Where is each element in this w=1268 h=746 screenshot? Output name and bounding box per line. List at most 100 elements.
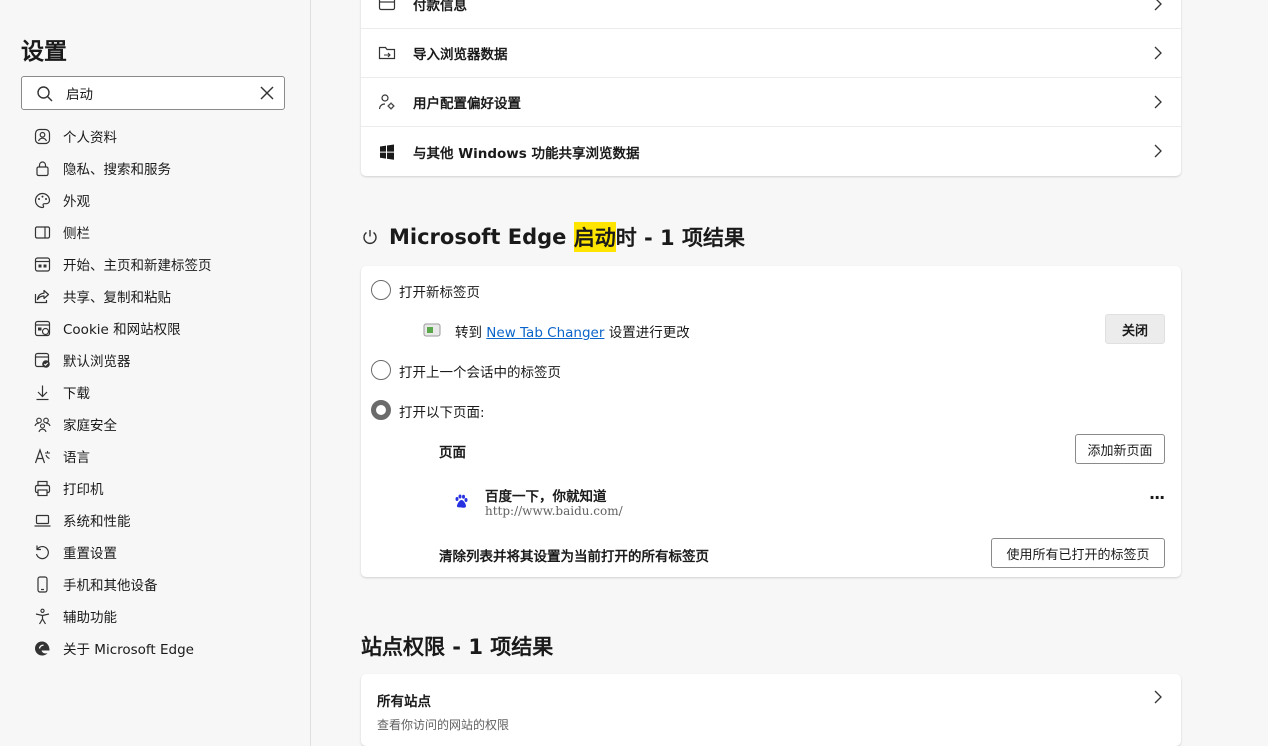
sidebar-item-share[interactable]: 共享、复制和粘贴	[0, 280, 311, 312]
home-tab-icon	[34, 256, 51, 273]
accessibility-icon	[34, 608, 51, 625]
sidebar-item-about[interactable]: 关于 Microsoft Edge	[0, 632, 311, 664]
use-all-open-tabs-button[interactable]: 使用所有已打开的标签页	[991, 538, 1165, 568]
user-preferences-row[interactable]: 用户配置偏好设置	[361, 78, 1181, 127]
sidebar-item-label: 外观	[63, 194, 90, 210]
title-suffix: 时 - 1 项结果	[615, 226, 745, 250]
sidebar-item-label: 隐私、搜索和服务	[63, 162, 171, 178]
startup-section-title: Microsoft Edge 启动时 - 1 项结果	[361, 222, 745, 252]
sidebar-item-label: 家庭安全	[63, 418, 117, 434]
sidebar-item-family[interactable]: 家庭安全	[0, 408, 311, 440]
all-sites-label: 所有站点	[377, 694, 431, 710]
extension-icon	[423, 323, 441, 337]
chevron-right-icon	[1154, 0, 1162, 11]
page-url: http://www.baidu.com/	[485, 504, 623, 518]
sidebar-item-start-home[interactable]: 开始、主页和新建标签页	[0, 248, 311, 280]
sidebar-item-appearance[interactable]: 外观	[0, 184, 311, 216]
profile-icon	[34, 128, 51, 145]
page-title: 百度一下，你就知道	[485, 489, 607, 505]
site-permissions-title: 站点权限 - 1 项结果	[361, 635, 554, 659]
sidebar-icon	[34, 224, 51, 241]
sidebar-item-profile[interactable]: 个人资料	[0, 120, 311, 152]
import-icon	[378, 44, 396, 62]
baidu-favicon	[455, 494, 468, 508]
settings-main: 付款信息 导入浏览器数据 用户配置偏好设置 与其他 Windows 功能共享浏览…	[311, 0, 1268, 746]
radio-open-new-tab[interactable]	[371, 280, 391, 300]
sidebar-item-printer[interactable]: 打印机	[0, 472, 311, 504]
radio-open-specific-pages[interactable]	[371, 400, 391, 420]
option-label: 打开以下页面:	[399, 405, 485, 421]
card-icon	[378, 0, 396, 13]
settings-title: 设置	[21, 39, 67, 65]
clear-search-icon[interactable]	[259, 85, 275, 101]
chevron-right-icon	[1154, 46, 1162, 60]
import-data-row[interactable]: 导入浏览器数据	[361, 29, 1181, 78]
sidebar-item-label: 共享、复制和粘贴	[63, 290, 171, 306]
extension-link[interactable]: New Tab Changer	[486, 325, 604, 341]
search-icon	[37, 86, 53, 102]
add-new-page-button[interactable]: 添加新页面	[1075, 434, 1165, 464]
title-prefix: Microsoft Edge	[389, 225, 574, 249]
close-extension-button[interactable]: 关闭	[1105, 314, 1165, 344]
default-browser-icon	[34, 352, 51, 369]
option-label: 打开新标签页	[399, 285, 480, 301]
all-sites-description: 查看你访问的网站的权限	[377, 718, 510, 732]
clear-list-label: 清除列表并将其设置为当前打开的所有标签页	[439, 549, 709, 565]
settings-sidebar: 设置 个人资料 隐私、搜索和服务 外观 侧栏 开始、主页和新建标签页 共享、复制…	[0, 0, 311, 746]
sidebar-item-label: 个人资料	[63, 130, 117, 146]
sidebar-item-label: 手机和其他设备	[63, 578, 158, 594]
all-sites-card[interactable]: 所有站点 查看你访问的网站的权限	[361, 674, 1181, 746]
reset-icon	[34, 544, 51, 561]
startup-card: 打开新标签页 转到 New Tab Changer 设置进行更改 关闭 打开上一…	[361, 266, 1181, 577]
extension-notice: 转到 New Tab Changer 设置进行更改	[455, 325, 690, 341]
palette-icon	[34, 192, 51, 209]
lock-icon	[34, 160, 51, 177]
radio-open-previous-session[interactable]	[371, 360, 391, 380]
sidebar-item-label: 侧栏	[63, 226, 90, 242]
sidebar-item-privacy[interactable]: 隐私、搜索和服务	[0, 152, 311, 184]
more-options-button[interactable]: ···	[1149, 488, 1165, 507]
sidebar-item-label: 开始、主页和新建标签页	[63, 258, 212, 274]
search-box[interactable]	[21, 76, 285, 110]
sidebar-item-default-browser[interactable]: 默认浏览器	[0, 344, 311, 376]
sidebar-item-label: 下载	[63, 386, 90, 402]
sidebar-item-label: 辅助功能	[63, 610, 117, 626]
sidebar-item-reset[interactable]: 重置设置	[0, 536, 311, 568]
sidebar-item-sidebar[interactable]: 侧栏	[0, 216, 311, 248]
sidebar-item-phone[interactable]: 手机和其他设备	[0, 568, 311, 600]
sidebar-item-system[interactable]: 系统和性能	[0, 504, 311, 536]
printer-icon	[34, 480, 51, 497]
row-label: 付款信息	[413, 0, 467, 14]
share-icon	[34, 288, 51, 305]
laptop-icon	[34, 512, 51, 529]
profile-settings-card: 付款信息 导入浏览器数据 用户配置偏好设置 与其他 Windows 功能共享浏览…	[361, 0, 1181, 176]
sidebar-item-label: 语言	[63, 450, 90, 466]
sidebar-item-label: 默认浏览器	[63, 354, 131, 370]
sidebar-item-language[interactable]: 语言	[0, 440, 311, 472]
sidebar-item-label: 系统和性能	[63, 514, 131, 530]
option-label: 打开上一个会话中的标签页	[399, 365, 561, 381]
windows-share-row[interactable]: 与其他 Windows 功能共享浏览数据	[361, 127, 1181, 176]
edge-logo-icon	[34, 640, 51, 657]
power-icon	[363, 230, 377, 244]
chevron-right-icon	[1154, 144, 1162, 158]
family-icon	[34, 416, 51, 433]
sidebar-item-downloads[interactable]: 下载	[0, 376, 311, 408]
row-label: 导入浏览器数据	[413, 47, 508, 63]
download-icon	[34, 384, 51, 401]
user-settings-icon	[378, 93, 396, 111]
chevron-right-icon	[1154, 690, 1162, 704]
row-label: 与其他 Windows 功能共享浏览数据	[413, 145, 640, 162]
search-highlight: 启动	[573, 222, 616, 252]
payment-info-row[interactable]: 付款信息	[361, 0, 1181, 29]
chevron-right-icon	[1154, 95, 1162, 109]
sidebar-item-cookies[interactable]: Cookie 和网站权限	[0, 312, 311, 344]
sidebar-item-label: Cookie 和网站权限	[63, 322, 181, 338]
pages-header: 页面	[439, 445, 466, 461]
search-input[interactable]	[66, 83, 246, 103]
sidebar-item-accessibility[interactable]: 辅助功能	[0, 600, 311, 632]
sidebar-item-label: 打印机	[63, 482, 104, 498]
phone-icon	[34, 575, 51, 593]
settings-nav: 个人资料 隐私、搜索和服务 外观 侧栏 开始、主页和新建标签页 共享、复制和粘贴…	[0, 120, 311, 664]
sidebar-item-label: 重置设置	[63, 546, 117, 562]
